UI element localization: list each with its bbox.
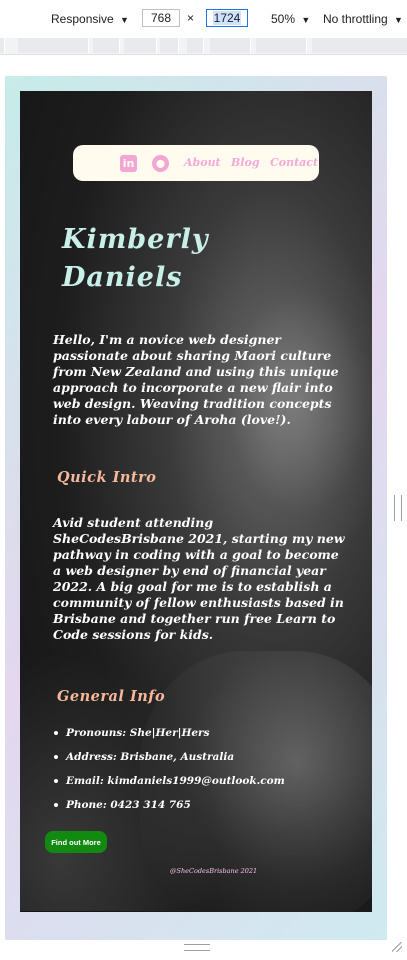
chevron-down-icon: ▼ — [301, 15, 311, 25]
intro-paragraph: Hello, I'm a novice web designer passion… — [53, 332, 339, 427]
device-select[interactable]: Responsive ▼ — [51, 12, 129, 26]
general-info-heading: General Info — [57, 688, 166, 705]
devtools-toolbar: Responsive ▼ 768 × 1724 50% ▼ No throttl… — [0, 0, 407, 39]
throttling-select[interactable]: No throttling ▼ — [323, 12, 403, 26]
media-query-segment[interactable] — [210, 38, 251, 53]
quick-intro-paragraph: Avid student attending SheCodesBrisbane … — [53, 515, 345, 642]
zoom-select-label: 50% — [271, 12, 296, 26]
media-query-segment[interactable] — [0, 38, 5, 53]
media-query-segment[interactable] — [312, 38, 407, 53]
linkedin-icon[interactable]: in — [120, 155, 137, 172]
chevron-down-icon: ▼ — [394, 15, 403, 25]
github-icon[interactable]: ⬤ — [152, 155, 169, 172]
resize-handle-bottom[interactable] — [184, 944, 210, 951]
media-query-segment[interactable] — [187, 38, 204, 53]
media-query-segment[interactable] — [18, 38, 89, 53]
media-query-segment[interactable] — [256, 38, 307, 53]
list-item: Phone: 0423 314 765 — [53, 795, 285, 819]
times-icon: × — [187, 11, 195, 25]
nav-link-about[interactable]: About — [184, 156, 221, 169]
page-title: Kimberly Daniels — [62, 221, 262, 297]
media-query-segment[interactable] — [124, 38, 157, 53]
throttling-select-label: No throttling — [323, 12, 388, 26]
media-query-segment[interactable] — [160, 38, 179, 53]
device-select-label: Responsive — [51, 12, 114, 26]
general-info-list: Pronouns: She|Her|Hers Address: Brisbane… — [53, 723, 285, 819]
media-query-bar[interactable] — [0, 38, 407, 55]
chevron-down-icon: ▼ — [120, 15, 129, 25]
page-title-line: Daniels — [62, 262, 183, 293]
page-title-line: Kimberly — [62, 224, 209, 255]
height-input[interactable]: 1724 — [206, 9, 248, 27]
width-input[interactable]: 768 — [142, 9, 180, 27]
nav-link-contact[interactable]: Contact — [270, 156, 318, 169]
site-navbar: in ⬤ About Blog Contact — [73, 145, 319, 181]
quick-intro-heading: Quick Intro — [57, 469, 157, 486]
footer-text: @SheCodesBrisbane 2021 — [170, 867, 258, 875]
list-item: Email: kimdaniels1999@outlook.com — [53, 771, 285, 795]
github-icon-glyph: ⬤ — [156, 159, 165, 168]
find-out-more-button[interactable]: Find out More — [45, 831, 107, 853]
nav-link-blog[interactable]: Blog — [231, 156, 260, 169]
list-item: Pronouns: She|Her|Hers — [53, 723, 285, 747]
resize-handle-right[interactable] — [394, 495, 402, 521]
media-query-segment[interactable] — [93, 38, 120, 53]
height-input-value: 1724 — [212, 11, 242, 25]
page-viewport: in ⬤ About Blog Contact Kimberly Daniels… — [20, 91, 372, 912]
list-item: Address: Brisbane, Australia — [53, 747, 285, 771]
zoom-select[interactable]: 50% ▼ — [271, 12, 310, 26]
resize-handle-corner[interactable] — [392, 942, 402, 952]
